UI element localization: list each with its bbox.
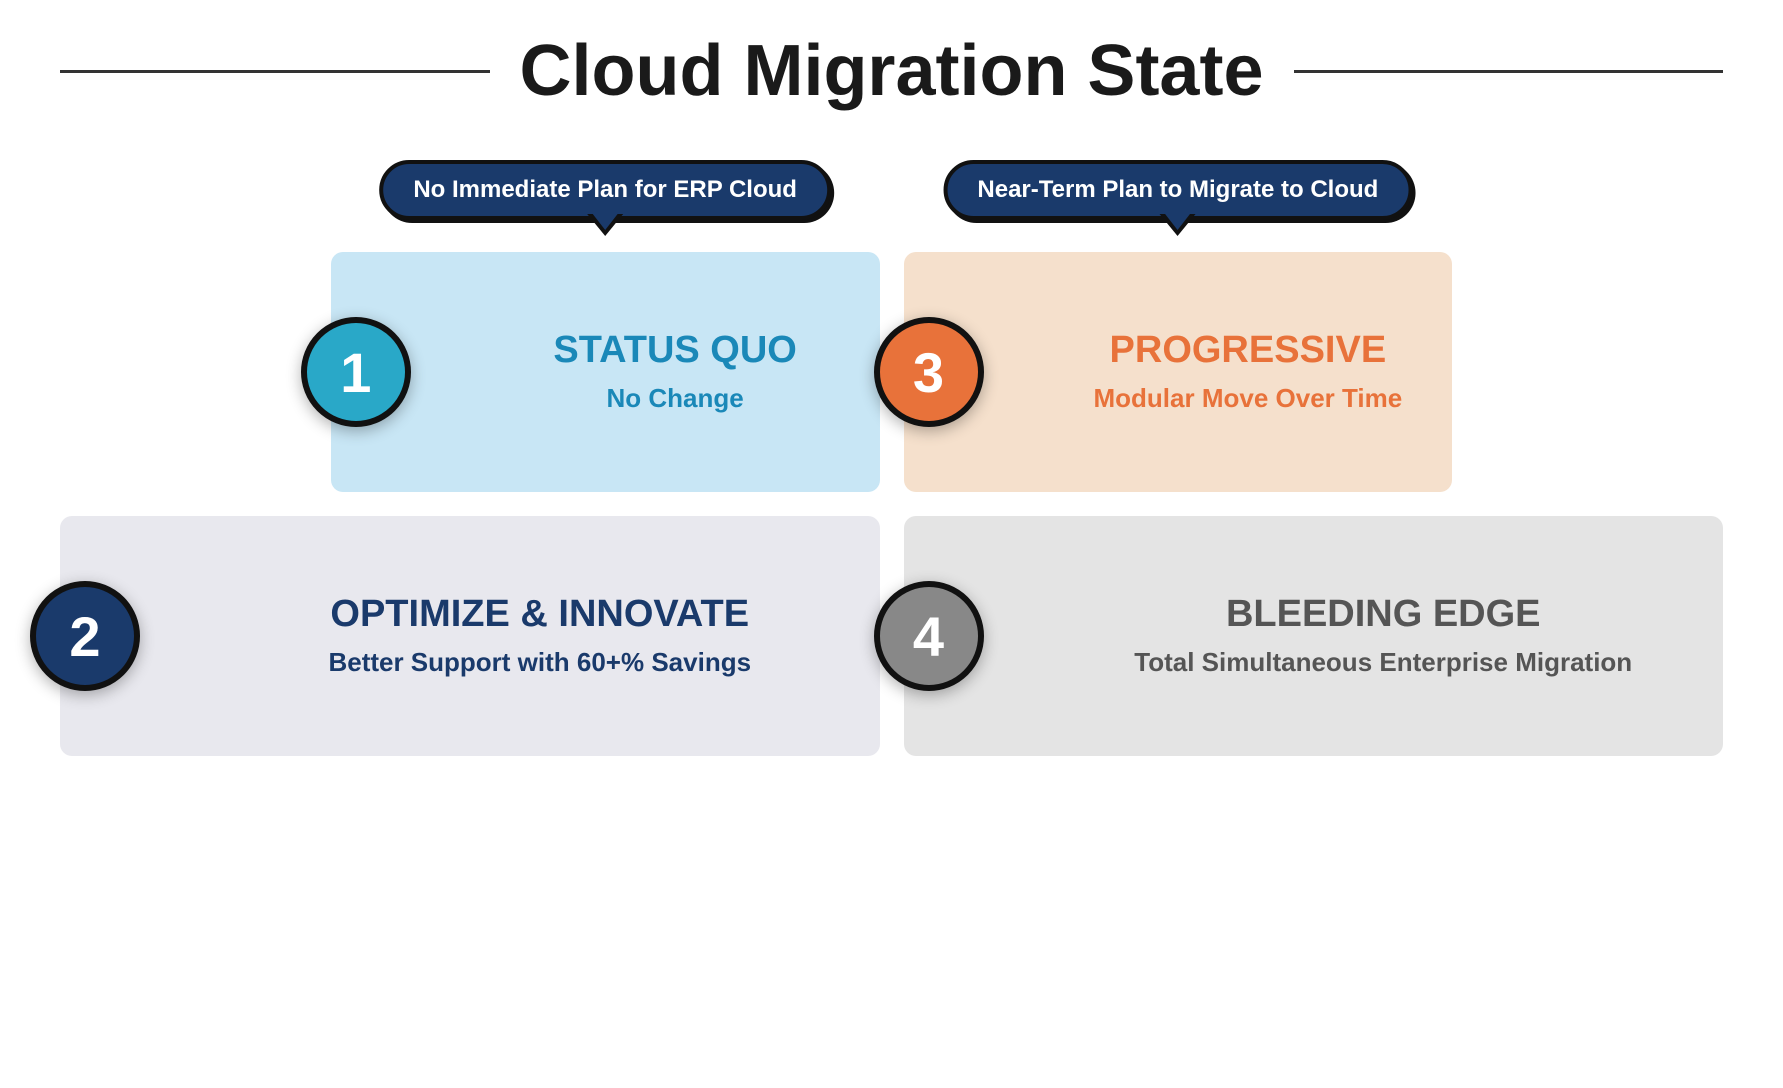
card3-wrapper: Near-Term Plan to Migrate to Cloud 3 PRO… <box>904 212 1453 492</box>
card2-title: OPTIMIZE & INNOVATE <box>330 593 749 636</box>
card-4: 4 BLEEDING EDGE Total Simultaneous Enter… <box>904 516 1724 756</box>
tooltip-banner-2: Near-Term Plan to Migrate to Cloud <box>943 160 1412 220</box>
top-row: No Immediate Plan for ERP Cloud 1 STATUS… <box>331 212 1452 492</box>
card1-subtitle: No Change <box>607 382 744 416</box>
badge-4: 4 <box>874 581 984 691</box>
title-line-left <box>60 70 490 73</box>
page-title-container: Cloud Migration State <box>60 20 1723 122</box>
card1-content: STATUS QUO No Change <box>461 329 830 416</box>
tooltip-banner-1: No Immediate Plan for ERP Cloud <box>379 160 831 220</box>
card1-wrapper: No Immediate Plan for ERP Cloud 1 STATUS… <box>331 212 880 492</box>
bottom-row: 2 OPTIMIZE & INNOVATE Better Support wit… <box>60 516 1723 756</box>
badge-1: 1 <box>301 317 411 427</box>
page-title: Cloud Migration State <box>490 30 1294 112</box>
card3-subtitle: Modular Move Over Time <box>1094 382 1403 416</box>
card3-title: PROGRESSIVE <box>1110 329 1387 372</box>
card3-content: PROGRESSIVE Modular Move Over Time <box>1034 329 1403 416</box>
card4-title: BLEEDING EDGE <box>1226 593 1541 636</box>
title-line-right <box>1294 70 1724 73</box>
card-1: 1 STATUS QUO No Change <box>331 252 880 492</box>
card-2: 2 OPTIMIZE & INNOVATE Better Support wit… <box>60 516 880 756</box>
card1-title: STATUS QUO <box>553 329 796 372</box>
card4-content: BLEEDING EDGE Total Simultaneous Enterpr… <box>1034 593 1674 680</box>
card-3: 3 PROGRESSIVE Modular Move Over Time <box>904 252 1453 492</box>
badge-2: 2 <box>30 581 140 691</box>
card2-content: OPTIMIZE & INNOVATE Better Support with … <box>190 593 830 680</box>
card2-subtitle: Better Support with 60+% Savings <box>328 646 751 680</box>
badge-3: 3 <box>874 317 984 427</box>
card4-subtitle: Total Simultaneous Enterprise Migration <box>1134 646 1632 680</box>
